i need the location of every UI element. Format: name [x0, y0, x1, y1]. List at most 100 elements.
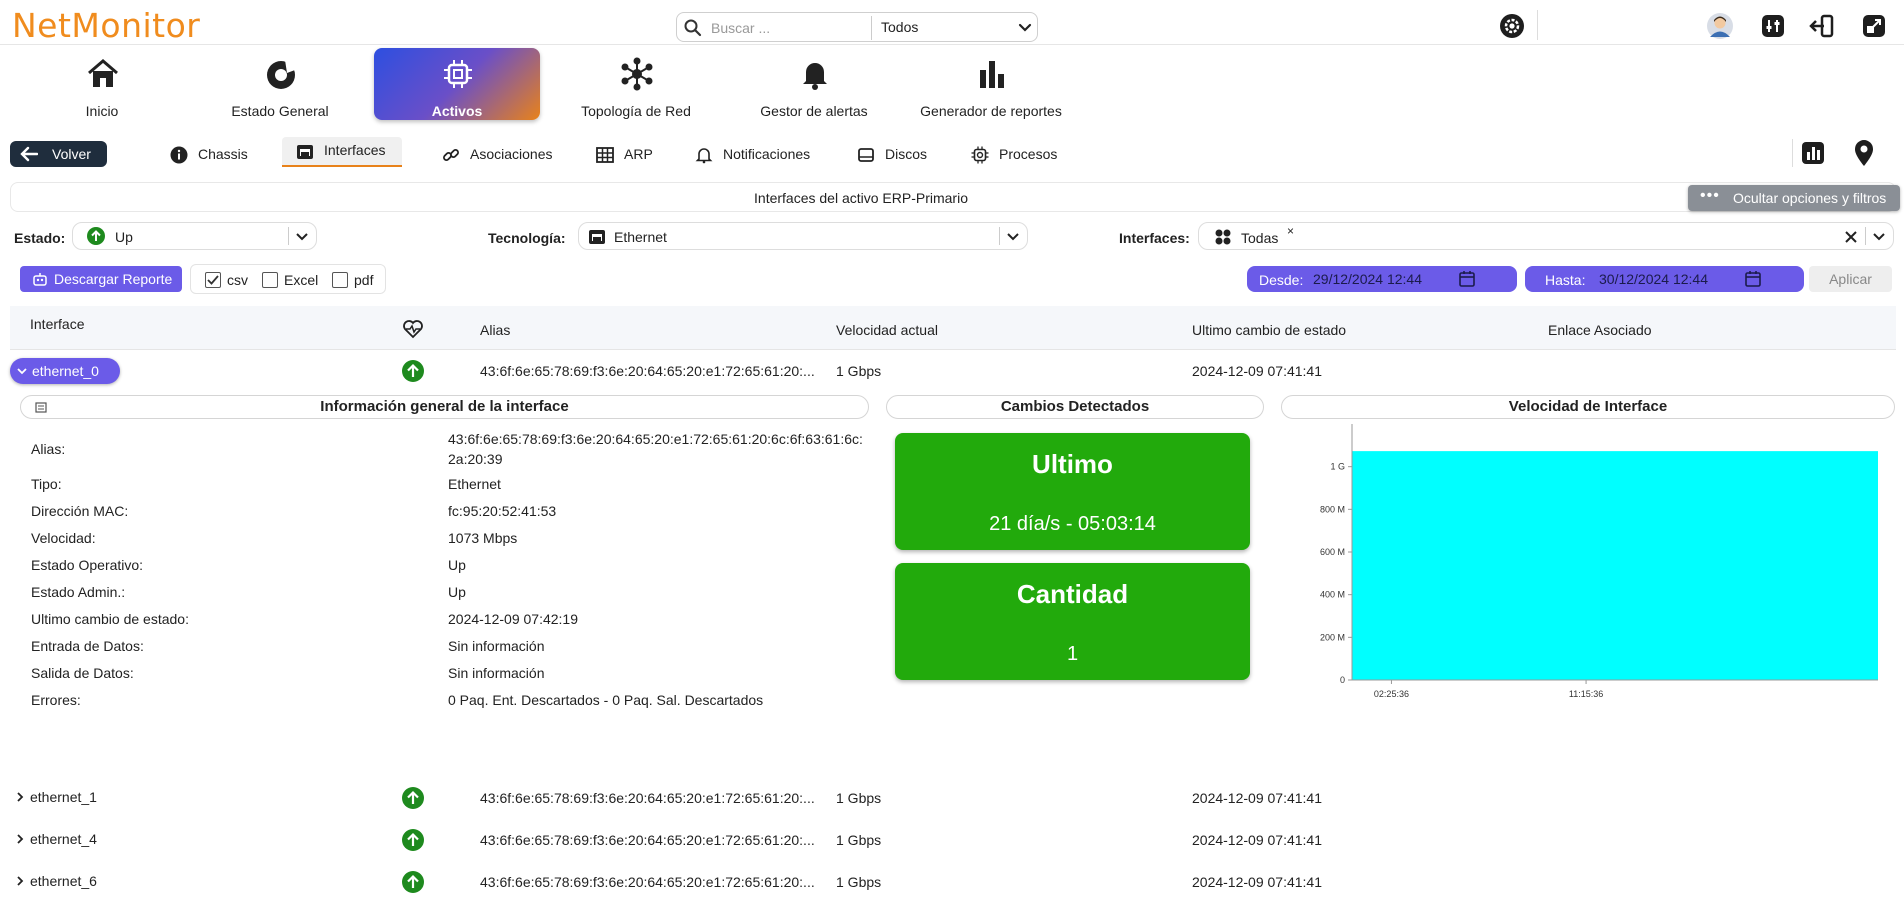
- row-last-change: 2024-12-09 07:41:41: [1192, 790, 1322, 806]
- changes-panel-header: Cambios Detectados: [886, 395, 1264, 419]
- user-avatar-icon[interactable]: [1706, 12, 1734, 40]
- tab-arp[interactable]: ARP: [596, 141, 666, 169]
- tab-asociaciones[interactable]: Asociaciones: [442, 141, 572, 169]
- search-scope-select[interactable]: Todos: [881, 19, 918, 35]
- excel-checkbox[interactable]: [262, 272, 278, 288]
- speed-area: [1352, 451, 1878, 680]
- estado-select[interactable]: Up: [72, 222, 317, 250]
- ethernet-icon: [297, 145, 313, 159]
- info-icon: [170, 146, 188, 164]
- col-last-change[interactable]: Ultimo cambio de estado: [1192, 322, 1346, 338]
- date-from-field[interactable]: Desde: 29/12/2024 12:44: [1247, 266, 1517, 292]
- back-button[interactable]: Volver: [10, 141, 107, 167]
- cpu-icon: [971, 146, 989, 164]
- nav-activos[interactable]: Activos: [374, 48, 540, 120]
- y-tick-label: 200 M: [1320, 632, 1345, 642]
- subnav-separator: [1792, 139, 1793, 167]
- chip-icon: [444, 60, 472, 88]
- changes-panel-title: Cambios Detectados: [1000, 398, 1150, 415]
- page-title-bar: Interfaces del activo ERP-Primario: [10, 182, 1896, 212]
- location-button[interactable]: [1846, 137, 1882, 169]
- nav-label: Gestor de alertas: [760, 103, 868, 119]
- tecnologia-select[interactable]: Ethernet: [578, 222, 1028, 250]
- date-to-label: Hasta:: [1545, 272, 1586, 288]
- y-tick-label: 600 M: [1320, 547, 1345, 557]
- table-row[interactable]: ethernet_6 43:6f:6e:65:78:69:f3:6e:20:64…: [10, 862, 1896, 902]
- nav-topologia[interactable]: Topología de Red: [553, 48, 719, 120]
- search-input[interactable]: [711, 17, 861, 39]
- nav-generador-reportes[interactable]: Generador de reportes: [908, 48, 1074, 120]
- pdf-checkbox[interactable]: [332, 272, 348, 288]
- settings-gear-icon[interactable]: [1498, 12, 1526, 40]
- info-value: 2a:20:39: [448, 451, 503, 467]
- row-name: ethernet_4: [30, 831, 97, 847]
- status-up-icon: [402, 787, 424, 809]
- nav-label: Topología de Red: [581, 103, 691, 119]
- row-speed: 1 Gbps: [836, 874, 882, 890]
- col-speed[interactable]: Velocidad actual: [836, 322, 938, 338]
- interface-speed-chart: 0 200 M 400 M 600 M 800 M 1 G 02:25:36 11:15:36: [1320, 424, 1878, 699]
- tab-interfaces[interactable]: Interfaces: [282, 137, 402, 167]
- row-alias: 43:6f:6e:65:78:69:f3:6e:20:64:65:20:e1:7…: [480, 874, 815, 890]
- col-alias[interactable]: Alias: [480, 322, 510, 338]
- info-value: 0 Paq. Ent. Descartados - 0 Paq. Sal. De…: [448, 692, 764, 708]
- nav-estado-general[interactable]: Estado General: [197, 48, 363, 120]
- chevron-right-icon: [17, 792, 24, 802]
- row-last-change: 2024-12-09 07:41:41: [1192, 874, 1322, 890]
- tab-discos[interactable]: Discos: [857, 141, 937, 169]
- bar-chart-icon: [980, 61, 1004, 88]
- info-value: 2024-12-09 07:42:19: [448, 611, 578, 627]
- app-logo[interactable]: NetMonitor: [12, 6, 200, 45]
- download-report-button[interactable]: Descargar Reporte: [20, 266, 182, 292]
- card-value: 21 día/s - 05:03:14: [989, 513, 1156, 535]
- download-report-label: Descargar Reporte: [54, 271, 173, 287]
- calendar-icon[interactable]: [1744, 270, 1762, 288]
- card-value: 1: [1066, 643, 1079, 665]
- apply-button[interactable]: Aplicar: [1809, 266, 1892, 292]
- nav-gestor-alertas[interactable]: Gestor de alertas: [731, 48, 897, 120]
- chevron-down-icon[interactable]: [1870, 228, 1888, 246]
- table-row[interactable]: ethernet_1 43:6f:6e:65:78:69:f3:6e:20:64…: [10, 778, 1896, 818]
- info-key: Salida de Datos:: [31, 665, 134, 681]
- calendar-icon[interactable]: [1458, 270, 1476, 288]
- date-to-field[interactable]: Hasta: 30/12/2024 12:44: [1525, 266, 1804, 292]
- chart-view-button[interactable]: [1795, 137, 1831, 169]
- table-icon: [596, 147, 614, 163]
- col-link[interactable]: Enlace Asociado: [1548, 322, 1652, 338]
- chevron-down-icon[interactable]: [293, 228, 311, 246]
- search-icon: [684, 19, 702, 37]
- last-change-card: Ultimo 21 día/s - 05:03:14: [895, 433, 1250, 550]
- expanded-row-toggle[interactable]: ethernet_0: [10, 358, 120, 384]
- chevron-down-icon[interactable]: [1015, 18, 1035, 38]
- clear-icon[interactable]: [1843, 229, 1859, 245]
- expand-icon[interactable]: [1860, 12, 1888, 40]
- robot-icon: [33, 273, 47, 286]
- ethernet-icon: [589, 230, 605, 244]
- apps-icon: [1215, 229, 1231, 245]
- interfaces-label: Interfaces:: [1119, 230, 1190, 246]
- equalizer-icon[interactable]: [1759, 12, 1787, 40]
- col-interface[interactable]: Interface: [30, 316, 84, 332]
- info-value: Up: [448, 557, 466, 573]
- heart-pulse-icon[interactable]: [402, 319, 424, 339]
- toggle-filters-button[interactable]: ••• Ocultar opciones y filtros: [1688, 185, 1900, 211]
- row-alias: 43:6f:6e:65:78:69:f3:6e:20:64:65:20:e1:7…: [480, 790, 815, 806]
- info-value: Sin información: [448, 665, 545, 681]
- interfaces-select[interactable]: Todas ×: [1198, 222, 1894, 250]
- row-name: ethernet_1: [30, 789, 97, 805]
- tab-chassis[interactable]: Chassis: [170, 141, 270, 169]
- logout-icon[interactable]: [1808, 12, 1836, 40]
- home-icon: [88, 59, 118, 87]
- table-row[interactable]: 43:6f:6e:65:78:69:f3:6e:20:64:65:20:e1:7…: [10, 351, 1896, 391]
- tab-procesos[interactable]: Procesos: [971, 141, 1071, 169]
- tab-notificaciones[interactable]: Notificaciones: [695, 141, 825, 169]
- chevron-down-icon[interactable]: [1004, 228, 1022, 246]
- row-speed: 1 Gbps: [836, 832, 882, 848]
- excel-label: Excel: [284, 272, 319, 288]
- chip-remove-button[interactable]: ×: [1287, 224, 1294, 238]
- table-row[interactable]: ethernet_4 43:6f:6e:65:78:69:f3:6e:20:64…: [10, 820, 1896, 860]
- row-alias: 43:6f:6e:65:78:69:f3:6e:20:64:65:20:e1:7…: [480, 832, 815, 848]
- csv-checkbox[interactable]: [205, 272, 221, 288]
- page-title: Interfaces del activo ERP-Primario: [754, 190, 968, 206]
- nav-inicio[interactable]: Inicio: [19, 48, 185, 120]
